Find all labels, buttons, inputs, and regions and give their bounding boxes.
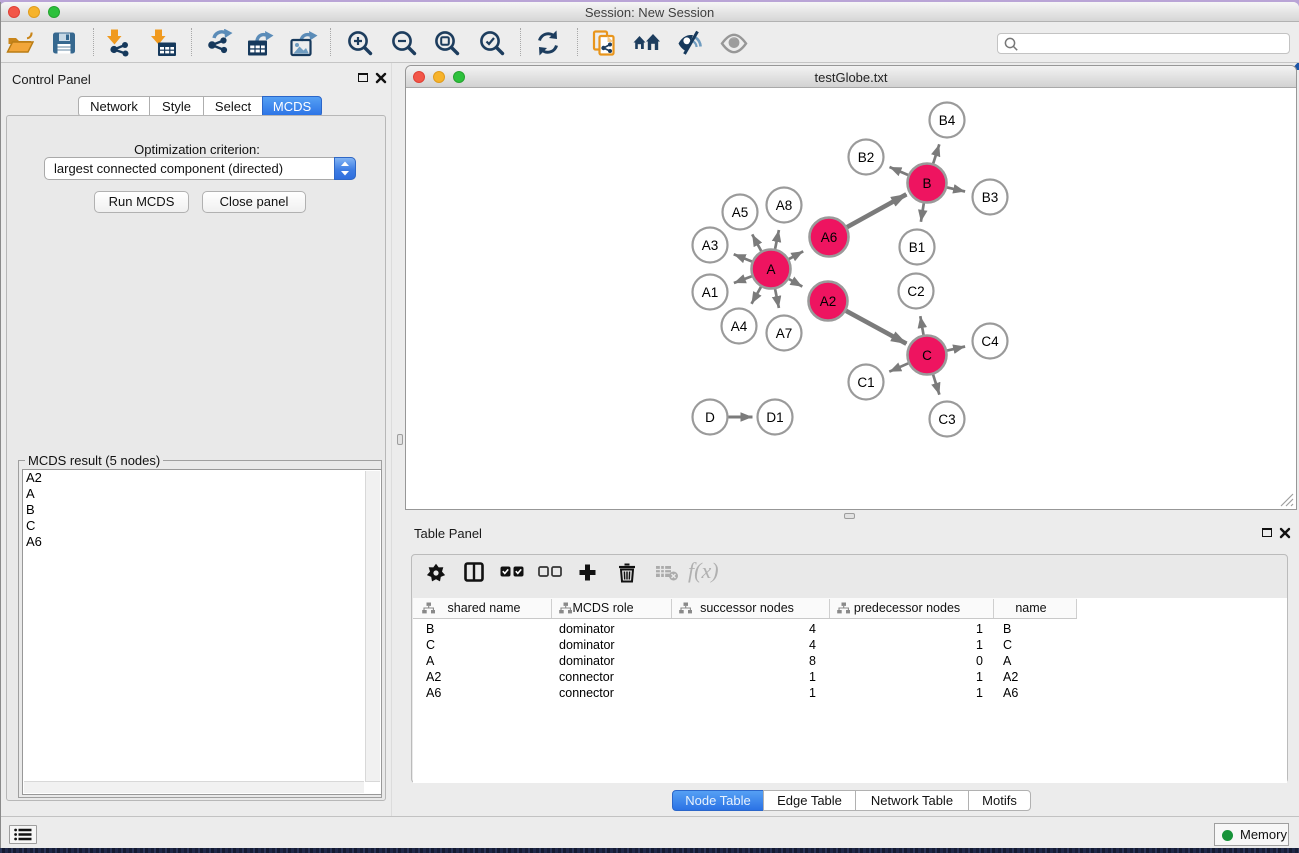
svg-text:C1: C1 — [857, 375, 874, 390]
svg-text:C: C — [922, 348, 932, 363]
svg-text:A8: A8 — [776, 198, 793, 213]
svg-text:A1: A1 — [702, 285, 719, 300]
svg-text:C2: C2 — [907, 284, 924, 299]
svg-text:A2: A2 — [820, 294, 837, 309]
svg-text:B1: B1 — [909, 240, 926, 255]
svg-text:B4: B4 — [939, 113, 956, 128]
svg-text:A4: A4 — [731, 319, 748, 334]
svg-text:C4: C4 — [981, 334, 999, 349]
svg-text:A3: A3 — [702, 238, 719, 253]
svg-text:A: A — [766, 262, 775, 277]
svg-text:B3: B3 — [982, 190, 999, 205]
svg-text:B: B — [922, 176, 931, 191]
svg-text:A5: A5 — [732, 205, 749, 220]
svg-text:D1: D1 — [766, 410, 783, 425]
svg-text:A7: A7 — [776, 326, 793, 341]
svg-text:C3: C3 — [938, 412, 955, 427]
svg-text:B2: B2 — [858, 150, 875, 165]
svg-text:A6: A6 — [821, 230, 838, 245]
svg-text:D: D — [705, 410, 715, 425]
